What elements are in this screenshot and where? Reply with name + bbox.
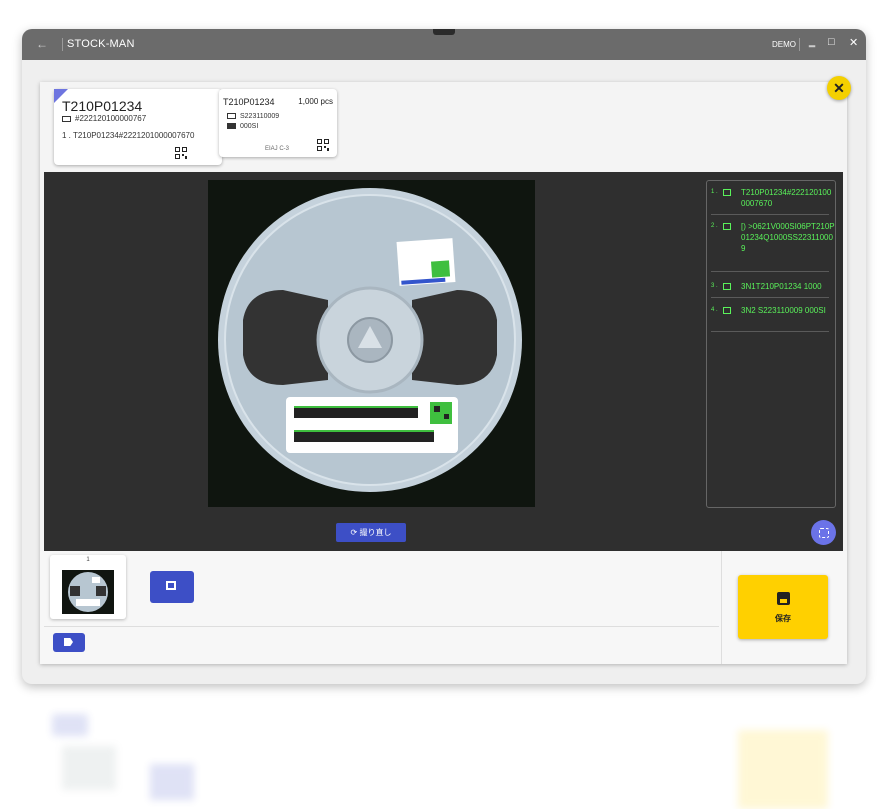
result-divider (711, 271, 829, 272)
fullscreen-button[interactable] (811, 520, 836, 545)
item-scan-code: 1 . T210P01234#2221201000007670 (62, 131, 195, 140)
add-image-button[interactable] (150, 571, 194, 603)
tag-button[interactable] (53, 633, 85, 652)
barcode-icon (723, 283, 731, 290)
save-disk-icon (777, 592, 790, 605)
item-serial: #222120100000767 (62, 114, 146, 123)
result-divider (711, 331, 829, 332)
package-icon (227, 123, 236, 130)
image-viewer: 1 . T210P01234#2221201000007670 2 . [) >… (44, 172, 843, 551)
qr-code-icon (317, 139, 329, 151)
scan-results-panel: 1 . T210P01234#2221201000007670 2 . [) >… (706, 180, 836, 508)
result-divider (711, 297, 829, 298)
result-text: [) >0621V000SI06PT210P01234Q1000SS223110… (741, 222, 835, 253)
camera-notch (433, 29, 455, 35)
label-lot-text: S223110009 (240, 113, 280, 120)
reflection-shape (738, 730, 828, 809)
item-serial-text: #222120100000767 (75, 114, 147, 123)
result-index: 2 . (711, 223, 718, 229)
result-text: 3N1T210P01234 1000 (741, 282, 822, 291)
back-icon[interactable]: ← (36, 37, 48, 51)
title-separator-right (799, 38, 800, 51)
maximize-icon[interactable]: □ (828, 36, 835, 48)
close-button[interactable]: ✕ (827, 76, 851, 100)
bottom-divider (44, 626, 719, 627)
save-button[interactable]: 保存 (738, 575, 828, 639)
result-text: 3N2 S223110009 000SI (741, 306, 826, 315)
result-index: 1 . (711, 189, 718, 195)
thumbnail-number: 1 (86, 557, 90, 563)
qr-code-icon (175, 147, 187, 159)
result-divider (711, 214, 829, 215)
thumbnail-image (62, 570, 114, 614)
image-thumbnail[interactable]: 1 (50, 555, 126, 619)
qr-code-icon (723, 223, 731, 230)
label-card[interactable]: T210P01234 1,000 pcs S223110009 000SI EI… (219, 89, 337, 157)
reflection-shape (52, 714, 88, 736)
reel-image (218, 188, 522, 492)
label-package: 000SI (227, 123, 258, 130)
title-bar: ← STOCK-MAN DEMO ‗ □ ✕ (22, 29, 866, 60)
label-package-text: 000SI (240, 123, 259, 130)
save-divider (721, 551, 722, 664)
label-quantity: 1,000 pcs (298, 97, 333, 106)
close-window-icon[interactable]: ✕ (849, 36, 858, 49)
barcode-icon (723, 307, 731, 314)
scan-panel: T210P01234 #222120100000767 1 . T210P012… (40, 76, 851, 664)
qr-code-icon (723, 189, 731, 196)
app-window: ← STOCK-MAN DEMO ‗ □ ✕ T210P01234 #22212… (22, 29, 866, 684)
reflection-shape (62, 746, 116, 790)
barcode-icon (62, 115, 71, 122)
item-card[interactable]: T210P01234 #222120100000767 1 . T210P012… (54, 89, 222, 165)
result-text: T210P01234#2221201000007670 (741, 188, 832, 208)
retake-button[interactable]: ⟳ 撮り直し (336, 523, 406, 542)
app-title: STOCK-MAN (67, 38, 135, 50)
label-lot: S223110009 (227, 113, 279, 120)
barcode-icon (227, 113, 236, 120)
item-code: T210P01234 (62, 98, 143, 114)
save-label: 保存 (775, 614, 791, 623)
window-reflection (22, 700, 866, 809)
reflection-shape (150, 764, 194, 800)
label-standard: EIAJ C-3 (265, 146, 290, 152)
minimize-icon[interactable]: ‗ (809, 36, 815, 48)
mode-label: DEMO (772, 40, 796, 49)
result-index: 4 . (711, 307, 718, 313)
reel-photo[interactable] (208, 180, 535, 507)
result-index: 3 . (711, 283, 718, 289)
retake-label: 撮り直し (359, 528, 392, 537)
label-part-number: T210P01234 (223, 97, 275, 107)
title-separator (62, 38, 63, 51)
bottom-bar: 1 保存 (40, 551, 847, 664)
